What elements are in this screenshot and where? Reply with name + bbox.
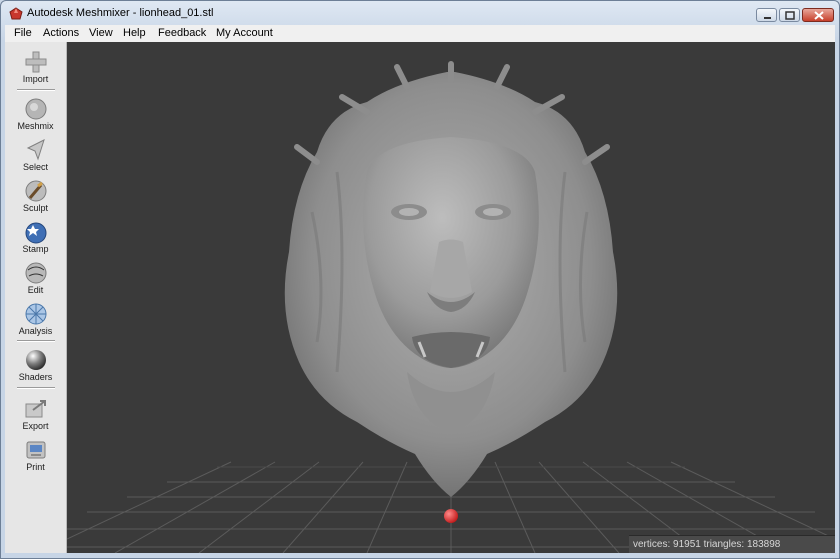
tool-import-label: Import [22,74,49,84]
tool-palette: Import Meshmix Select Sculpt Stamp Edit … [5,42,67,553]
tool-sculpt-label: Sculpt [22,203,48,213]
toolbar-divider [17,387,55,389]
minimize-icon [764,17,771,19]
app-window: Autodesk Meshmixer - lionhead_01.stl Fil… [0,0,840,559]
maximize-icon [785,11,795,20]
meshmixer-logo-icon [9,7,23,20]
window-title: Autodesk Meshmixer - lionhead_01.stl [27,7,214,19]
tool-analysis[interactable]: Analysis [5,302,66,340]
tool-edit-label: Edit [27,285,44,295]
tool-export[interactable]: Export [5,397,66,435]
scene-canvas [67,61,835,553]
tool-stamp[interactable]: Stamp [5,220,66,258]
lion-head-mesh [284,61,618,497]
shader-sphere-icon [26,350,46,370]
menu-help[interactable]: Help [123,27,146,39]
toolbar-divider [17,89,55,91]
tool-print-label: Print [26,462,45,472]
cursor-arrow-icon [26,139,45,161]
export-icon [25,400,46,418]
tool-select[interactable]: Select [5,138,66,176]
brush-icon [25,180,47,202]
tool-meshmix-label: Meshmix [17,121,54,131]
plus-icon [25,51,47,73]
status-bar: vertices: 91951 triangles: 183898 [629,535,835,553]
maximize-button[interactable] [779,8,800,22]
menu-feedback[interactable]: Feedback [158,27,206,39]
analysis-sphere-icon [25,303,47,325]
edit-sphere-icon [25,262,47,284]
tool-export-label: Export [22,421,49,431]
close-button[interactable] [802,8,834,22]
tool-sculpt[interactable]: Sculpt [5,179,66,217]
menu-view[interactable]: View [89,27,113,39]
menu-bar: File Actions View Help Feedback My Accou… [5,25,835,42]
menu-file[interactable]: File [14,27,32,39]
tool-shaders[interactable]: Shaders [5,348,66,386]
minimize-button[interactable] [756,8,777,22]
tool-shaders-label: Shaders [18,372,53,382]
close-icon [814,11,824,20]
tool-select-label: Select [22,162,48,172]
meshmix-sphere-icon [25,98,47,120]
title-bar[interactable]: Autodesk Meshmixer - lionhead_01.stl [1,1,839,25]
3d-viewport[interactable]: vertices: 91951 triangles: 183898 [67,42,835,553]
tool-edit[interactable]: Edit [5,261,66,299]
tool-print[interactable]: Print [5,438,66,476]
tool-import[interactable]: Import [5,50,66,88]
tool-stamp-label: Stamp [22,244,49,254]
pivot-marker[interactable] [444,509,458,523]
printer-icon [26,441,46,459]
menu-my-account[interactable]: My Account [216,27,273,39]
stamp-icon [25,222,47,244]
menu-actions[interactable]: Actions [43,27,79,39]
tool-analysis-label: Analysis [18,326,53,336]
mesh-stats: vertices: 91951 triangles: 183898 [633,539,781,550]
tool-meshmix[interactable]: Meshmix [5,97,66,135]
toolbar-divider [17,340,55,342]
